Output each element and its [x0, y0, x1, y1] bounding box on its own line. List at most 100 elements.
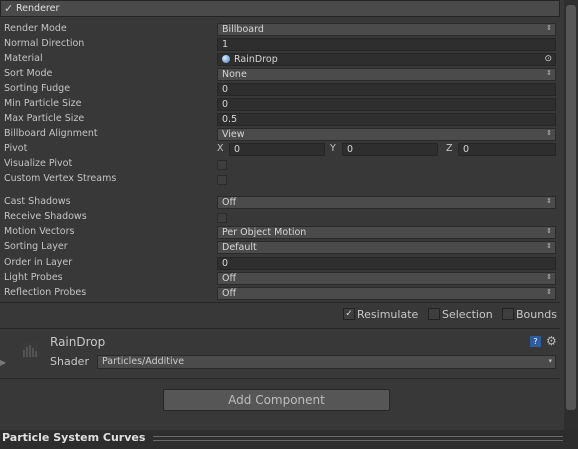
property-label: Reflection Probes [4, 287, 87, 298]
resimulate-checkbox[interactable]: ✓ [343, 308, 355, 320]
visualize-pivot-checkbox[interactable] [217, 160, 227, 170]
property-label: Order in Layer [4, 257, 73, 268]
divider [0, 328, 560, 329]
pivot-y-label: Y [330, 143, 336, 154]
dropdown-arrow-icon: ⇕ [546, 129, 552, 137]
selection-toggle[interactable]: Selection [428, 307, 493, 321]
property-label: Motion Vectors [4, 226, 75, 237]
curves-panel-title: Particle System Curves [2, 431, 146, 444]
renderer-module-title: Renderer [16, 3, 60, 14]
bounds-checkbox[interactable] [502, 308, 514, 320]
divider [0, 378, 560, 379]
property-row-cast-shadows: Cast Shadows Off ⇕ [0, 195, 560, 210]
dropdown-value: None [222, 69, 247, 80]
title-rule [153, 440, 563, 441]
cast-shadows-dropdown[interactable]: Off ⇕ [217, 196, 556, 209]
property-label: Pivot [4, 143, 28, 154]
pivot-x-label: X [217, 143, 224, 154]
dropdown-value: Default [222, 242, 257, 253]
property-label: Min Particle Size [4, 98, 82, 109]
property-row-sorting-layer: Sorting Layer Default ⇕ [0, 240, 560, 255]
property-row-min-particle-size: Min Particle Size 0 [0, 97, 560, 112]
add-component-button[interactable]: Add Component [163, 389, 390, 411]
property-row-receive-shadows: Receive Shadows [0, 210, 560, 225]
renderer-module-header[interactable]: ✓ Renderer [0, 0, 560, 17]
shader-dropdown[interactable]: Particles/Additive ▾ [97, 355, 556, 369]
foldout-arrow-icon[interactable]: ▶ [0, 358, 6, 367]
property-row-motion-vectors: Motion Vectors Per Object Motion ⇕ [0, 225, 560, 240]
selection-checkbox[interactable] [428, 308, 440, 320]
field-value: 1 [222, 39, 229, 50]
material-value: RainDrop [234, 54, 278, 65]
property-row-custom-vertex-streams: Custom Vertex Streams [0, 172, 560, 187]
particle-system-curves-panel: Particle System Curves [0, 430, 578, 449]
sorting-fudge-field[interactable]: 0 [217, 83, 556, 96]
property-label: Render Mode [4, 23, 67, 34]
normal-direction-field[interactable]: 1 [217, 38, 556, 51]
field-value: 0 [222, 84, 229, 95]
shader-value: Particles/Additive [102, 356, 185, 367]
pivot-z-field[interactable]: 0 [458, 143, 556, 156]
property-row-billboard-alignment: Billboard Alignment View ⇕ [0, 127, 560, 142]
material-field[interactable]: RainDrop ⊙ [217, 53, 556, 66]
bounds-toggle[interactable]: Bounds [502, 307, 557, 321]
title-rule [153, 436, 563, 437]
max-particle-size-field[interactable]: 0.5 [217, 113, 556, 126]
custom-vertex-streams-checkbox[interactable] [217, 175, 227, 185]
dropdown-value: Off [222, 197, 237, 208]
property-label: Sorting Layer [4, 241, 68, 252]
help-icon[interactable]: ? [530, 336, 541, 347]
dropdown-arrow-icon: ▾ [548, 357, 552, 365]
property-label: Material [4, 53, 43, 64]
dropdown-arrow-icon: ⇕ [546, 24, 552, 32]
pivot-z-label: Z [446, 143, 453, 154]
divider [0, 302, 560, 303]
property-row-reflection-probes: Reflection Probes Off ⇕ [0, 286, 560, 301]
property-label: Billboard Alignment [4, 128, 98, 139]
dropdown-value: Per Object Motion [222, 227, 307, 238]
render-mode-dropdown[interactable]: Billboard ⇕ [217, 23, 556, 36]
property-row-sorting-fudge: Sorting Fudge 0 [0, 82, 560, 97]
receive-shadows-checkbox[interactable] [217, 213, 227, 223]
property-row-normal-direction: Normal Direction 1 [0, 37, 560, 52]
pivot-y-field[interactable]: 0 [342, 143, 438, 156]
sort-mode-dropdown[interactable]: None ⇕ [217, 68, 556, 81]
field-value: 0 [222, 99, 229, 110]
light-probes-dropdown[interactable]: Off ⇕ [217, 272, 556, 285]
gear-icon[interactable]: ⚙ [546, 334, 557, 348]
property-label: Custom Vertex Streams [4, 173, 117, 184]
shader-label: Shader [50, 355, 89, 368]
scrollbar-thumb[interactable] [566, 5, 576, 410]
resimulate-toggle[interactable]: ✓ Resimulate [343, 307, 418, 321]
material-sphere-icon [222, 55, 230, 63]
min-particle-size-field[interactable]: 0 [217, 98, 556, 111]
dropdown-value: Billboard [222, 24, 264, 35]
property-row-pivot: Pivot X 0 Y 0 Z 0 [0, 142, 560, 157]
object-picker-icon[interactable]: ⊙ [544, 54, 552, 64]
property-row-material: Material RainDrop ⊙ [0, 52, 560, 67]
reflection-probes-dropdown[interactable]: Off ⇕ [217, 287, 556, 300]
field-value: 0 [234, 144, 241, 155]
property-row-sort-mode: Sort Mode None ⇕ [0, 67, 560, 82]
dropdown-arrow-icon: ⇕ [546, 69, 552, 77]
shader-preview-icon [22, 342, 38, 358]
billboard-alignment-dropdown[interactable]: View ⇕ [217, 128, 556, 141]
dropdown-value: Off [222, 288, 237, 299]
field-value: 0 [347, 144, 354, 155]
property-label: Normal Direction [4, 38, 85, 49]
renderer-enabled-checkbox[interactable]: ✓ [4, 2, 13, 15]
pivot-x-field[interactable]: 0 [229, 143, 325, 156]
dropdown-arrow-icon: ⇕ [546, 197, 552, 205]
field-value: 0.5 [222, 114, 238, 125]
dropdown-arrow-icon: ⇕ [546, 227, 552, 235]
material-section: ▶ RainDrop Shader Particles/Additive ▾ ?… [0, 332, 560, 376]
property-label: Max Particle Size [4, 113, 85, 124]
property-row-render-mode: Render Mode Billboard ⇕ [0, 22, 560, 37]
material-name: RainDrop [50, 335, 106, 349]
motion-vectors-dropdown[interactable]: Per Object Motion ⇕ [217, 226, 556, 239]
property-label: Visualize Pivot [4, 158, 73, 169]
property-label: Sorting Fudge [4, 83, 71, 94]
sorting-layer-dropdown[interactable]: Default ⇕ [217, 241, 556, 254]
order-in-layer-field[interactable]: 0 [217, 257, 556, 270]
property-label: Sort Mode [4, 68, 53, 79]
